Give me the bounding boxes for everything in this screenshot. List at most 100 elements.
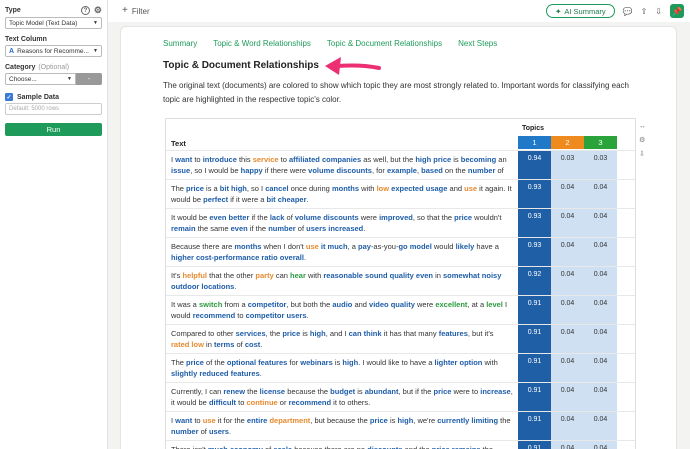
filter-button[interactable]: + Filter bbox=[122, 6, 150, 16]
table-row: Currently, I can renew the license becau… bbox=[166, 382, 635, 411]
text-segment: with bbox=[482, 358, 498, 367]
document-text: I want to introduce this service to affi… bbox=[166, 151, 518, 179]
topic-word: users bbox=[171, 177, 191, 179]
table-tools: ↔ ⚙ ⇩ bbox=[639, 123, 646, 158]
pin-icon[interactable]: 📌 bbox=[670, 4, 684, 18]
download-icon[interactable]: ⇩ bbox=[639, 150, 646, 158]
nav-tab-2[interactable]: Topic & Document Relationships bbox=[327, 39, 442, 48]
text-segment: from a bbox=[222, 300, 248, 309]
topic-word: price bbox=[433, 387, 452, 396]
topic-word: high price bbox=[415, 155, 452, 164]
text-segment: it to others. bbox=[331, 398, 371, 407]
sample-size-input[interactable]: Default: 5000 rows bbox=[5, 103, 102, 115]
topic-word: remain bbox=[171, 224, 196, 233]
expand-icon[interactable]: ↔ bbox=[639, 123, 646, 130]
download-icon[interactable]: ⇩ bbox=[655, 7, 662, 16]
text-segment: were to bbox=[451, 387, 481, 396]
topic-probability-1: 0.93 bbox=[518, 238, 551, 266]
text-segment: that the other bbox=[207, 271, 256, 280]
upload-icon[interactable]: ⇧ bbox=[641, 7, 648, 16]
topic-probability-1: 0.94 bbox=[518, 151, 551, 179]
comment-icon[interactable]: 💬 bbox=[623, 7, 633, 16]
topic-word: price bbox=[282, 329, 301, 338]
help-icon[interactable]: ? bbox=[80, 6, 90, 15]
table-row: It would be even better if the lack of v… bbox=[166, 208, 635, 237]
gear-icon[interactable]: ⚙ bbox=[94, 6, 102, 15]
topic-probability-2: 0.04 bbox=[551, 296, 584, 324]
chevron-down-icon: ▼ bbox=[67, 76, 72, 82]
type-label: Type bbox=[5, 7, 21, 14]
topic-word: introduce bbox=[202, 155, 237, 164]
ai-summary-button[interactable]: ✦ AI Summary bbox=[546, 4, 615, 18]
nav-tab-0[interactable]: Summary bbox=[163, 39, 197, 48]
topic-word: currently limiting bbox=[437, 416, 499, 425]
filter-label: Filter bbox=[131, 6, 150, 16]
text-segment: because the bbox=[285, 387, 331, 396]
text-column-select[interactable]: A Reasons for Recomme... ▼ bbox=[5, 45, 102, 57]
topic-probability-1: 0.91 bbox=[518, 325, 551, 353]
topic-word: users bbox=[208, 427, 229, 436]
table-row: I want to use it for the entire departme… bbox=[166, 411, 635, 440]
table-row: There isn't much economy of scale becaus… bbox=[166, 440, 635, 449]
text-type-icon: A bbox=[9, 47, 15, 55]
table-header: Text Topics 123 bbox=[166, 119, 635, 149]
text-segment: is bbox=[332, 358, 343, 367]
category-optional: (Optional) bbox=[38, 64, 70, 71]
category-select[interactable]: Choose... ▼ bbox=[5, 73, 76, 85]
topic-probability-2: 0.04 bbox=[551, 354, 584, 382]
chevron-down-icon: ▼ bbox=[93, 48, 98, 54]
nav-tab-1[interactable]: Topic & Word Relationships bbox=[213, 39, 311, 48]
topic-word: can think bbox=[348, 329, 382, 338]
topic-word: affiliated companies bbox=[289, 155, 362, 164]
topic-word: use bbox=[464, 184, 478, 193]
sample-data-checkbox-row[interactable]: ✓ Sample Data bbox=[5, 93, 102, 101]
topic-word: use bbox=[305, 242, 319, 251]
topic-word: department bbox=[269, 416, 311, 425]
topic-word: recommend bbox=[288, 398, 332, 407]
text-column-label-row: Text Column bbox=[5, 36, 102, 43]
text-segment: or bbox=[277, 398, 289, 407]
text-segment: . I would like to have a bbox=[358, 358, 435, 367]
text-segment: if the bbox=[249, 213, 270, 222]
text-segment: on the bbox=[442, 166, 468, 175]
topic-probability-3: 0.04 bbox=[584, 383, 617, 411]
topic-word: example bbox=[386, 166, 417, 175]
topic-word: based bbox=[421, 166, 443, 175]
text-segment: The bbox=[171, 358, 187, 367]
document-topic-table: Text Topics 123 I want to introduce this… bbox=[165, 118, 636, 449]
text-segment: this bbox=[236, 155, 253, 164]
text-segment: wouldn't bbox=[472, 213, 502, 222]
text-segment: an bbox=[496, 155, 507, 164]
text-segment: Currently, I can bbox=[171, 387, 224, 396]
topic-word: improved bbox=[379, 213, 413, 222]
content-card: Summary Topic & Word Relationships Topic &… bbox=[120, 26, 677, 449]
page-title: Topic & Document Relationships bbox=[163, 60, 319, 71]
sparkle-icon: ✦ bbox=[555, 6, 562, 16]
text-segment: . bbox=[260, 340, 263, 349]
topic-word: service bbox=[252, 155, 279, 164]
main-area: Summary Topic & Word Relationships Topic &… bbox=[108, 22, 690, 449]
topic-word: scale bbox=[273, 445, 292, 449]
topic-probability-1: 0.91 bbox=[518, 412, 551, 440]
run-button[interactable]: Run bbox=[5, 123, 102, 136]
text-segment: , so I bbox=[246, 184, 266, 193]
text-segment: Compared to other bbox=[171, 329, 236, 338]
text-segment: the bbox=[245, 387, 260, 396]
gear-icon[interactable]: ⚙ bbox=[639, 136, 646, 144]
text-segment: it for the bbox=[215, 416, 247, 425]
topic-word: competitor users bbox=[245, 311, 307, 320]
topic-header-1: 1 bbox=[518, 136, 551, 149]
topic-word: renew bbox=[223, 387, 246, 396]
topic-probability-2: 0.04 bbox=[551, 180, 584, 208]
nav-tab-3[interactable]: Next Steps bbox=[458, 39, 497, 48]
text-segment: , but if the bbox=[398, 387, 434, 396]
checkbox-checked-icon[interactable]: ✓ bbox=[5, 93, 13, 101]
text-segment: of bbox=[263, 445, 273, 449]
table-row: The price of the optional features for w… bbox=[166, 353, 635, 382]
topic-word: abundant bbox=[364, 387, 399, 396]
type-select[interactable]: Topic Model (Text Data) ▼ bbox=[5, 17, 102, 29]
category-remove-button[interactable]: - bbox=[76, 73, 102, 85]
topic-word: switch bbox=[198, 300, 223, 309]
document-text: The price of the optional features for w… bbox=[166, 354, 518, 382]
text-segment: . bbox=[306, 311, 309, 320]
